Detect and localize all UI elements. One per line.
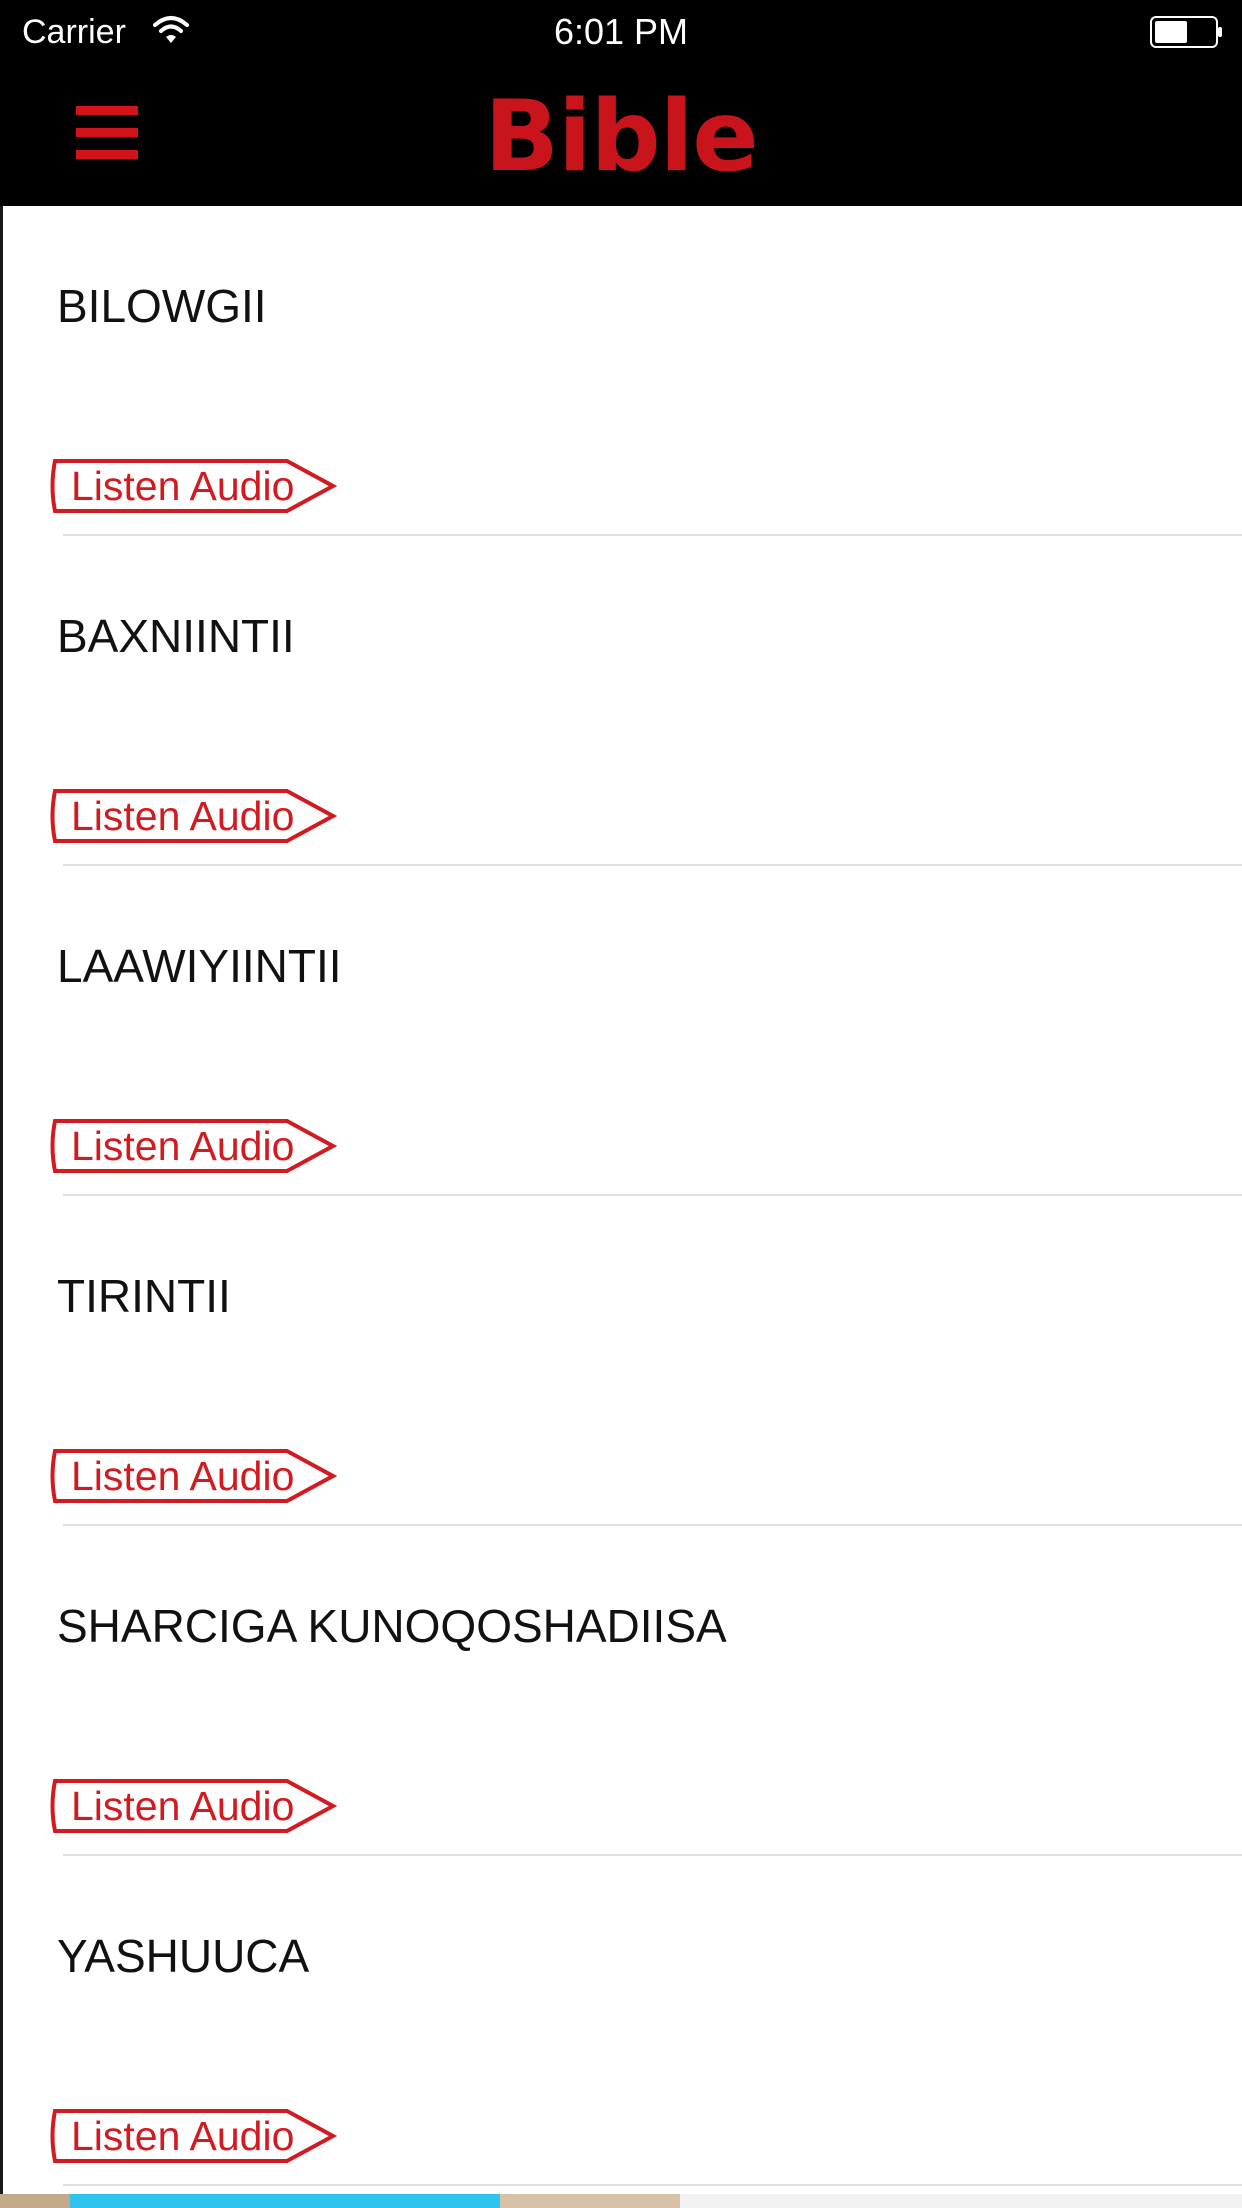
book-title: BILOWGII	[57, 280, 267, 332]
listen-audio-button[interactable]: Listen Audio	[47, 1118, 337, 1174]
book-title: LAAWIYIINTII	[57, 940, 342, 992]
book-row-tirintii[interactable]: TIRINTII Listen Audio	[3, 1196, 1242, 1526]
navigation-bar: Bible	[0, 64, 1242, 206]
listen-audio-button[interactable]: Listen Audio	[47, 458, 337, 514]
app-title: Bible	[484, 80, 759, 194]
listen-audio-label: Listen Audio	[71, 463, 295, 509]
listen-audio-label: Listen Audio	[71, 793, 295, 839]
status-time: 6:01 PM	[553, 11, 689, 52]
listen-audio-label: Listen Audio	[71, 1783, 295, 1829]
book-row-yashuuca[interactable]: YASHUUCA Listen Audio	[3, 1856, 1242, 2186]
battery-icon	[1150, 16, 1224, 48]
book-title: SHARCIGA KUNOQOSHADIISA	[57, 1600, 727, 1652]
listen-audio-label: Listen Audio	[71, 2113, 295, 2159]
ad-image-segment	[0, 2194, 70, 2208]
listen-audio-label: Listen Audio	[71, 1453, 295, 1499]
status-bar: Carrier 6:01 PM	[0, 0, 1242, 64]
ad-image-segment	[500, 2194, 680, 2208]
book-row-sharciga-kunoqoshadiisa[interactable]: SHARCIGA KUNOQOSHADIISA Listen Audio	[3, 1526, 1242, 1856]
listen-audio-button[interactable]: Listen Audio	[47, 1448, 337, 1504]
book-title: TIRINTII	[57, 1270, 231, 1322]
listen-audio-button[interactable]: Listen Audio	[47, 788, 337, 844]
book-row-bilowgii[interactable]: BILOWGII Listen Audio	[3, 206, 1242, 536]
listen-audio-button[interactable]: Listen Audio	[47, 2108, 337, 2164]
book-row-baxniintii[interactable]: BAXNIINTII Listen Audio	[3, 536, 1242, 866]
book-title: BAXNIINTII	[57, 610, 295, 662]
listen-audio-label: Listen Audio	[71, 1123, 295, 1169]
row-separator	[63, 2184, 1242, 2186]
ad-image-segment	[70, 2194, 500, 2208]
book-title: YASHUUCA	[57, 1930, 310, 1982]
book-row-laawiyiintii[interactable]: LAAWIYIINTII Listen Audio	[3, 866, 1242, 1196]
listen-audio-button[interactable]: Listen Audio	[47, 1778, 337, 1834]
book-list: BILOWGII Listen Audio BAXNIINTII Listen …	[3, 206, 1242, 2208]
bottom-ad-banner[interactable]	[0, 2194, 1242, 2208]
